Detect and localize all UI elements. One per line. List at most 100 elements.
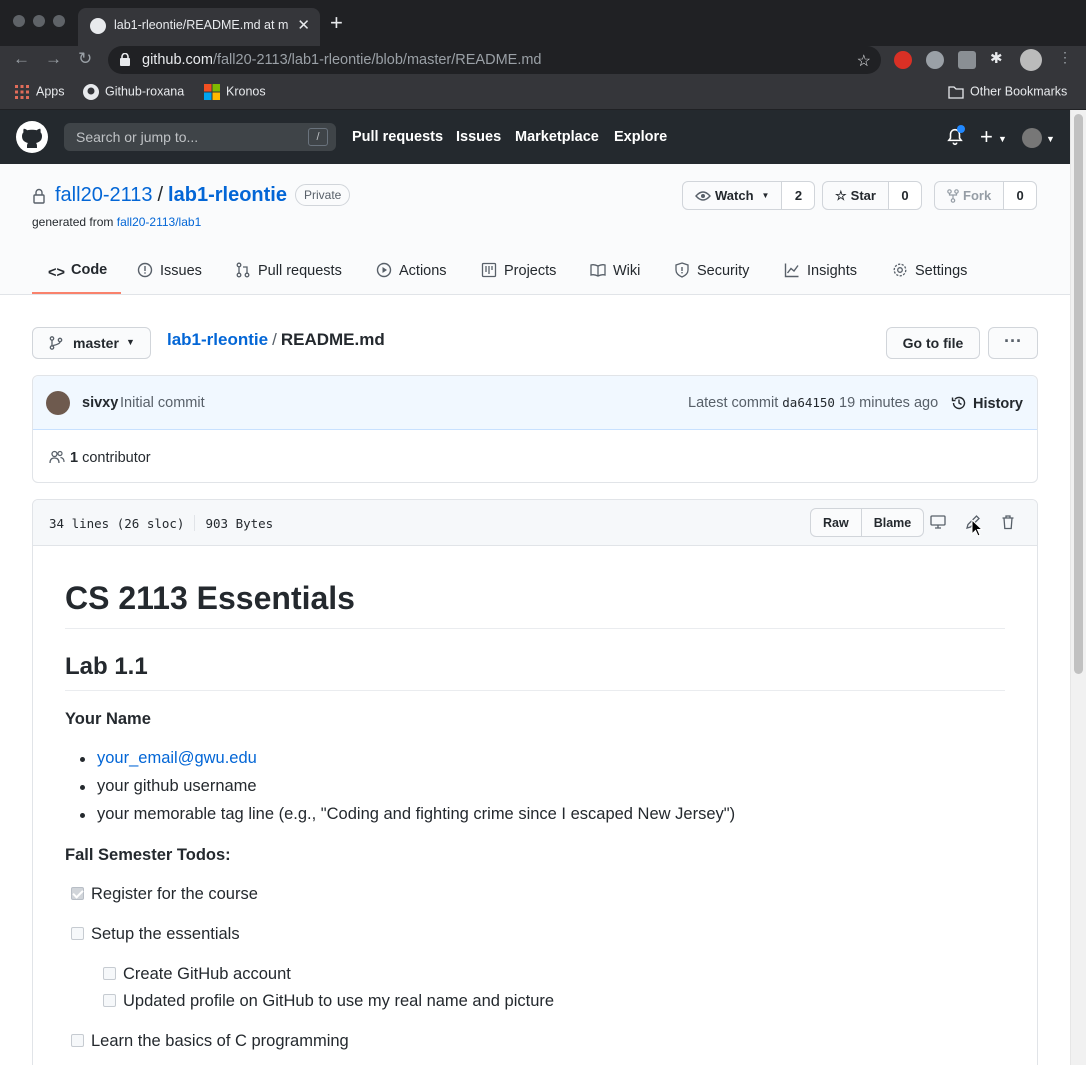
- breadcrumb-repo-link[interactable]: lab1-rleontie: [167, 330, 268, 349]
- tab-security[interactable]: Security: [674, 262, 749, 279]
- commit-author-avatar[interactable]: [46, 391, 70, 415]
- blame-button[interactable]: Blame: [862, 509, 924, 536]
- page-scrollbar[interactable]: [1070, 110, 1086, 1065]
- window-zoom-button[interactable]: [53, 15, 65, 27]
- repo-title-separator: /: [157, 184, 164, 206]
- extension-circle-icon[interactable]: [926, 51, 944, 69]
- forward-arrow-icon[interactable]: →: [45, 49, 62, 69]
- tab-actions[interactable]: Actions: [376, 262, 447, 279]
- bookmarks-bar: Apps Github-roxana Kronos Other Bookmark…: [0, 76, 1086, 110]
- history-link[interactable]: History: [951, 395, 1023, 412]
- bookmark-other[interactable]: Other Bookmarks: [948, 84, 1067, 100]
- fork-button[interactable]: Fork: [935, 182, 1005, 209]
- tab-settings[interactable]: Settings: [892, 262, 967, 279]
- project-board-icon: [481, 262, 497, 278]
- tab-close-icon[interactable]: ✕: [297, 16, 310, 34]
- task-checkbox[interactable]: [103, 994, 116, 1007]
- branch-select-button[interactable]: master ▼: [32, 327, 151, 359]
- tab-title: lab1-rleontie/README.md at m: [114, 18, 289, 32]
- contributors-row[interactable]: 1 contributor: [49, 449, 151, 466]
- search-placeholder: Search or jump to...: [76, 129, 199, 145]
- user-menu-caret-icon[interactable]: ▼: [1046, 134, 1055, 144]
- browser-tab[interactable]: lab1-rleontie/README.md at m ✕: [78, 8, 320, 46]
- search-input[interactable]: Search or jump to... /: [64, 123, 336, 151]
- bookmark-apps[interactable]: Apps: [14, 84, 65, 100]
- file-line-count: 34 lines (26 sloc): [49, 516, 185, 531]
- commit-author-link[interactable]: sivxy: [82, 395, 118, 411]
- create-new-plus-icon[interactable]: +: [980, 124, 993, 150]
- nav-issues[interactable]: Issues: [456, 129, 501, 145]
- bookmark-github-roxana[interactable]: Github-roxana: [83, 84, 184, 100]
- repo-title: fall20-2113/lab1-rleontie: [55, 184, 287, 207]
- fork-button-group: Fork 0: [934, 181, 1038, 210]
- pull-request-icon: [236, 262, 250, 278]
- template-repo-link[interactable]: fall20-2113/lab1: [117, 215, 202, 229]
- create-caret-icon[interactable]: ▼: [998, 134, 1007, 144]
- history-clock-icon: [951, 396, 966, 410]
- commit-info-box: sivxy Initial commit Latest commit da641…: [32, 375, 1038, 483]
- branch-caret-icon: ▼: [126, 337, 135, 347]
- nav-explore[interactable]: Explore: [614, 129, 667, 145]
- browser-menu-icon[interactable]: ⋮: [1058, 49, 1076, 67]
- trash-icon[interactable]: [1000, 514, 1016, 530]
- task-checkbox[interactable]: [103, 967, 116, 980]
- desktop-icon[interactable]: [930, 514, 946, 530]
- notification-indicator: [957, 125, 965, 133]
- slash-shortcut-key: /: [308, 128, 328, 146]
- list-item: your memorable tag line (e.g., "Coding a…: [79, 805, 736, 823]
- bookmark-kronos[interactable]: Kronos: [204, 84, 266, 100]
- mouse-cursor-icon: [971, 519, 983, 537]
- url-text: github.com/fall20-2113/lab1-rleontie/blo…: [142, 52, 542, 68]
- browser-tab-bar: lab1-rleontie/README.md at m ✕ +: [0, 0, 1086, 46]
- extension-adblock-icon[interactable]: [894, 51, 912, 69]
- tab-code[interactable]: <> Code: [48, 262, 107, 281]
- nav-marketplace[interactable]: Marketplace: [515, 129, 599, 145]
- new-tab-icon[interactable]: +: [330, 12, 343, 34]
- extension-k-icon[interactable]: [958, 51, 976, 69]
- apps-grid-icon: [15, 85, 29, 99]
- address-bar[interactable]: github.com/fall20-2113/lab1-rleontie/blo…: [108, 46, 881, 74]
- scrollbar-thumb[interactable]: [1074, 114, 1083, 674]
- commit-message-link[interactable]: Initial commit: [120, 395, 205, 411]
- more-options-button[interactable]: ···: [988, 327, 1038, 359]
- window-close-button[interactable]: [13, 15, 25, 27]
- tab-pull-requests[interactable]: Pull requests: [235, 262, 342, 279]
- tab-projects[interactable]: Projects: [481, 262, 556, 279]
- repo-owner-link[interactable]: fall20-2113: [55, 184, 152, 206]
- back-arrow-icon[interactable]: ←: [13, 49, 30, 69]
- profile-avatar[interactable]: [1020, 49, 1042, 71]
- active-tab-underline: [32, 292, 121, 294]
- task-checkbox-checked[interactable]: [71, 887, 84, 900]
- file-content-box: 34 lines (26 sloc) 903 Bytes Raw Blame CS…: [32, 499, 1038, 1065]
- task-item: Learn the basics of C programming: [71, 1032, 349, 1051]
- file-info: 34 lines (26 sloc) 903 Bytes: [49, 515, 273, 531]
- window-minimize-button[interactable]: [33, 15, 45, 27]
- reload-icon[interactable]: ↻: [78, 49, 92, 69]
- watch-count[interactable]: 2: [782, 182, 815, 209]
- star-count[interactable]: 0: [888, 182, 921, 209]
- star-button-group: ☆ Star 0: [822, 181, 922, 210]
- tab-wiki[interactable]: Wiki: [590, 262, 640, 279]
- tab-insights[interactable]: Insights: [784, 262, 857, 279]
- go-to-file-button[interactable]: Go to file: [886, 327, 980, 359]
- commit-sha-link[interactable]: da64150: [782, 395, 835, 410]
- star-icon: ☆: [835, 187, 847, 203]
- extensions-puzzle-icon[interactable]: ✱: [990, 49, 1008, 67]
- github-logo-icon[interactable]: [16, 121, 48, 153]
- gear-icon: [893, 263, 907, 277]
- repo-name-link[interactable]: lab1-rleontie: [168, 184, 287, 206]
- watch-button[interactable]: Watch ▼: [683, 182, 783, 209]
- tab-issues[interactable]: Issues: [137, 262, 202, 279]
- raw-button[interactable]: Raw: [811, 509, 862, 536]
- email-link[interactable]: your_email@gwu.edu: [97, 749, 257, 767]
- watch-caret-icon: ▼: [761, 191, 770, 200]
- browser-toolbar: ← → ↻ github.com/fall20-2113/lab1-rleont…: [0, 46, 1086, 76]
- nav-pull-requests[interactable]: Pull requests: [352, 129, 443, 145]
- user-avatar[interactable]: [1022, 128, 1042, 148]
- shield-icon: [675, 262, 689, 278]
- task-checkbox[interactable]: [71, 1034, 84, 1047]
- bookmark-star-icon[interactable]: ☆: [857, 51, 871, 71]
- task-checkbox[interactable]: [71, 927, 84, 940]
- fork-count[interactable]: 0: [1004, 182, 1037, 209]
- star-button[interactable]: ☆ Star: [823, 182, 889, 209]
